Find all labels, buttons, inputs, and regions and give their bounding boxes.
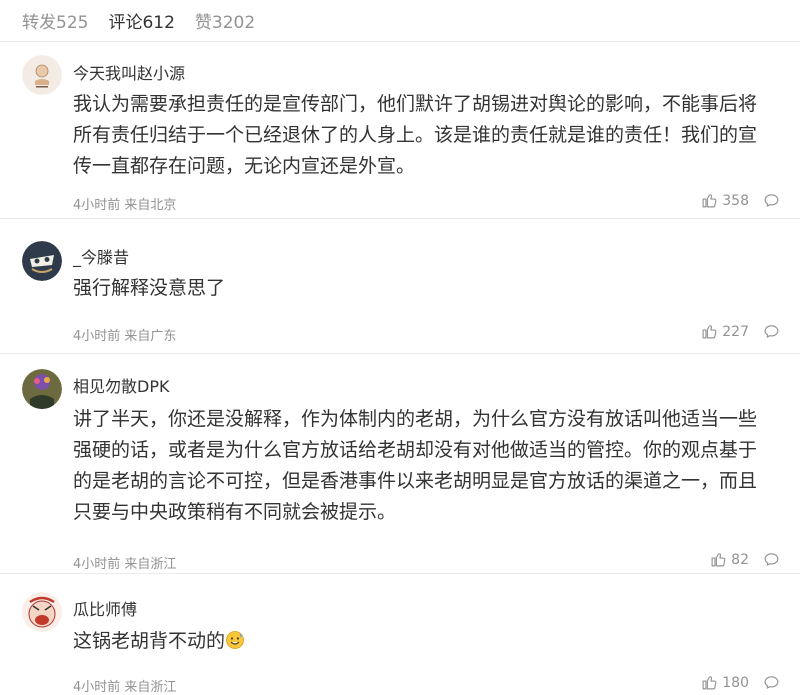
like-count: 82	[731, 551, 749, 568]
username[interactable]: 相见勿散DPK	[73, 373, 169, 397]
reply-button[interactable]	[763, 674, 780, 691]
reply-button[interactable]	[763, 192, 780, 209]
comment-item: 瓜比师傅 这锅老胡背不动的 4小时前 来自浙江 180	[0, 574, 800, 695]
username[interactable]: 今天我叫赵小源	[73, 60, 185, 84]
thumbs-up-icon	[702, 676, 717, 690]
comment-meta: 4小时前 来自浙江	[73, 557, 177, 572]
thumbs-up-icon	[702, 325, 717, 339]
avatar-image	[22, 241, 62, 281]
comment-actions: 180	[701, 674, 780, 691]
comment-item: 相见勿散DPK 讲了半天，你还是没解释，作为体制内的老胡，为什么官方没有放话叫他…	[0, 354, 800, 574]
comment-meta: 4小时前 来自浙江	[73, 680, 177, 695]
tab-reposts[interactable]: 转发525	[22, 8, 88, 33]
comment-tabs: 转发525 评论612 赞3202	[0, 0, 800, 42]
avatar-image	[22, 55, 62, 95]
like-count: 180	[722, 674, 749, 691]
tab-comments[interactable]: 评论612	[108, 8, 174, 33]
like-button[interactable]: 180	[701, 674, 749, 691]
thumbs-up-icon	[711, 553, 726, 567]
avatar[interactable]	[22, 55, 62, 95]
comment-bubble-icon	[764, 676, 779, 689]
comment-actions: 227	[701, 323, 780, 340]
avatar[interactable]	[22, 369, 62, 409]
reply-button[interactable]	[763, 551, 780, 568]
comment-bubble-icon	[764, 194, 779, 207]
comment-meta: 4小时前 来自广东	[73, 329, 177, 344]
thumbs-up-icon	[702, 194, 717, 208]
like-button[interactable]: 82	[710, 551, 749, 568]
like-button[interactable]: 227	[701, 323, 749, 340]
avatar[interactable]	[22, 241, 62, 281]
comment-text: 讲了半天，你还是没解释，作为体制内的老胡，为什么官方没有放话叫他适当一些强硬的话…	[73, 408, 758, 523]
like-count: 227	[722, 323, 749, 340]
comment-actions: 358	[701, 192, 780, 209]
comment-text-content: 这锅老胡背不动的	[73, 630, 226, 652]
comment-bubble-icon	[764, 553, 779, 566]
like-count: 358	[722, 192, 749, 209]
comment-meta: 4小时前 来自北京	[73, 198, 177, 213]
avatar[interactable]	[22, 592, 62, 632]
comment-actions: 82	[710, 551, 780, 568]
username[interactable]: 瓜比师傅	[73, 596, 137, 620]
like-button[interactable]: 358	[701, 192, 749, 209]
avatar-image	[22, 369, 62, 409]
reply-button[interactable]	[763, 323, 780, 340]
comment-text: 这锅老胡背不动的	[73, 626, 773, 657]
sweat-smile-emoji	[226, 631, 244, 649]
comment-item: 今天我叫赵小源 我认为需要承担责任的是宣传部门，他们默许了胡锡进对舆论的影响，不…	[0, 42, 800, 219]
comment-bubble-icon	[764, 325, 779, 338]
comment-text: 强行解释没意思了	[73, 277, 226, 299]
username[interactable]: _今滕昔	[73, 244, 129, 268]
comment-item: _今滕昔 强行解释没意思了 4小时前 来自广东 227	[0, 219, 800, 354]
comment-list: 今天我叫赵小源 我认为需要承担责任的是宣传部门，他们默许了胡锡进对舆论的影响，不…	[0, 42, 800, 695]
tab-likes[interactable]: 赞3202	[195, 8, 255, 33]
comment-text: 我认为需要承担责任的是宣传部门，他们默许了胡锡进对舆论的影响，不能事后将所有责任…	[73, 93, 758, 177]
avatar-image	[22, 592, 62, 632]
